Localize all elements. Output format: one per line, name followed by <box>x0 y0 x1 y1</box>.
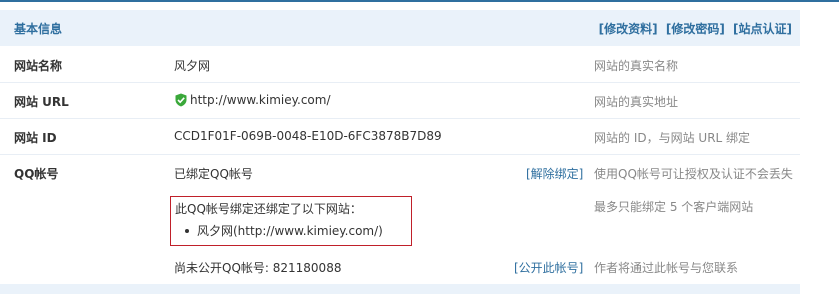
site-url-hint: 网站的真实地址 <box>594 95 679 109</box>
edit-profile-link[interactable]: [修改资料] <box>599 22 658 36</box>
change-password-link[interactable]: [修改密码] <box>666 22 725 36</box>
site-url-value-wrap: http://www.kimiey.com/ <box>174 93 330 107</box>
bound-sites-box: 此QQ帐号绑定还绑定了以下网站： 风夕网(http://www.kimiey.c… <box>170 196 412 246</box>
site-id-hint: 网站的 ID，与网站 URL 绑定 <box>594 131 751 145</box>
panel-header: 基本信息 [修改资料] [修改密码] [站点认证] <box>0 10 800 46</box>
site-url-label: 网站 URL <box>14 95 69 109</box>
qq-label: QQ帐号 <box>14 167 59 181</box>
bound-sites-title: 此QQ帐号绑定还绑定了以下网站： <box>175 202 362 216</box>
panel-footer-bar <box>0 284 800 294</box>
bound-site-text: 风夕网(http://www.kimiey.com/) <box>197 224 383 238</box>
site-name-hint: 网站的真实名称 <box>594 59 679 73</box>
qq-hint: 使用QQ帐号可让授权及认证不会丢失 <box>594 167 793 181</box>
top-border <box>0 0 839 2</box>
verified-shield-icon <box>174 93 188 107</box>
unbind-qq-button[interactable]: [解除绑定] <box>526 165 583 182</box>
bullet-icon <box>185 229 189 233</box>
row-site-url: 网站 URL http://www.kimiey.com/ 网站的真实地址 <box>0 83 800 119</box>
bound-site-item: 风夕网(http://www.kimiey.com/) <box>185 222 383 239</box>
site-id-label: 网站 ID <box>14 131 57 145</box>
site-verify-link[interactable]: [站点认证] <box>733 22 792 36</box>
header-links: [修改资料] [修改密码] [站点认证] <box>595 20 792 37</box>
row-site-name: 网站名称 风夕网 网站的真实名称 <box>0 47 800 83</box>
panel-title: 基本信息 <box>14 22 63 36</box>
site-id-value: CCD1F01F-069B-0048-E10D-6FC3878B7D89 <box>174 129 442 143</box>
site-url-value[interactable]: http://www.kimiey.com/ <box>190 93 330 107</box>
publish-qq-button[interactable]: [公开此帐号] <box>514 259 583 276</box>
row-site-id: 网站 ID CCD1F01F-069B-0048-E10D-6FC3878B7D… <box>0 119 800 155</box>
qq-unpublished-text: 尚未公开QQ帐号: 821180088 <box>174 261 342 275</box>
bound-sites-hint: 最多只能绑定 5 个客户端网站 <box>594 200 754 214</box>
site-name-value: 风夕网 <box>174 59 211 73</box>
qq-bound-text: 已绑定QQ帐号 <box>174 167 253 181</box>
site-name-label: 网站名称 <box>14 59 63 73</box>
publish-hint: 作者将通过此帐号与您联系 <box>594 261 739 275</box>
